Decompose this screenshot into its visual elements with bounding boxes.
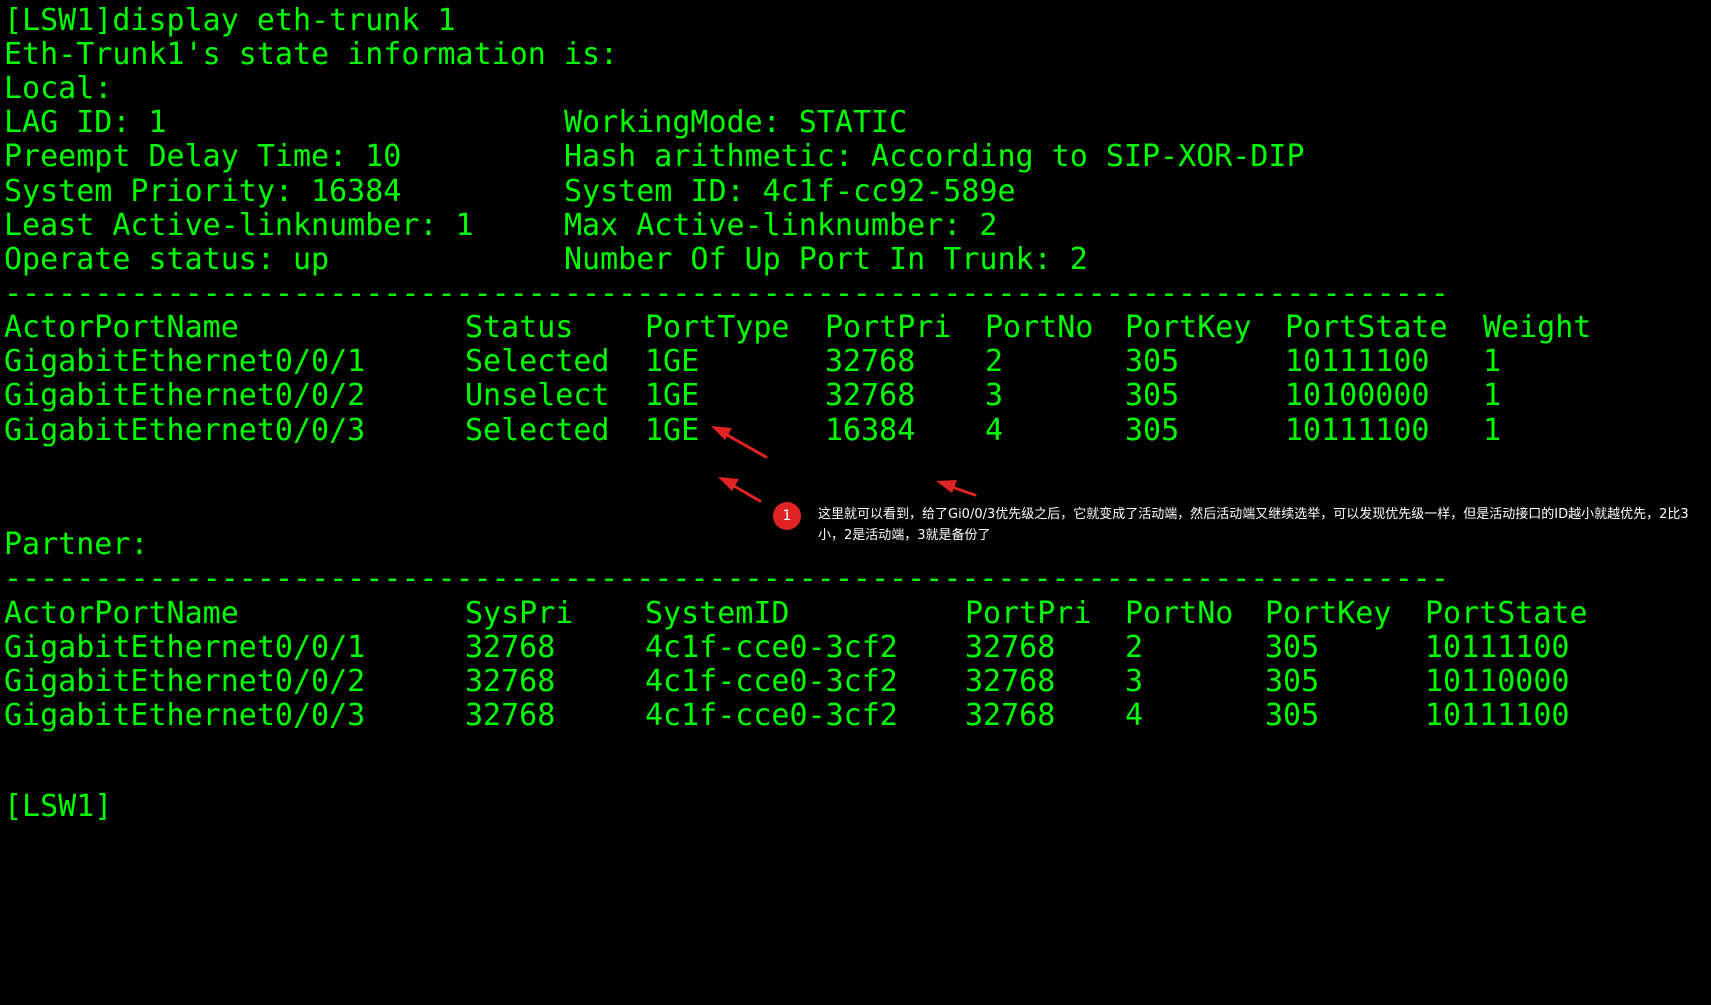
annotation-arrow — [718, 477, 762, 503]
local-info-row: Least Active-linknumber: 1 Max Active-li… — [4, 209, 997, 243]
partner-cell: 4c1f-cce0-3cf2 — [645, 698, 898, 733]
partner-cell: 32768 — [465, 630, 556, 665]
actor-header-cell: PortPri — [825, 310, 952, 345]
actor-cell: 305 — [1125, 413, 1180, 448]
actor-cell: Selected — [465, 413, 610, 448]
partner-cell: 3 — [1125, 664, 1144, 699]
local-info-left: System Priority: 16384 — [4, 174, 402, 209]
local-info-row: Operate status: up Number Of Up Port In … — [4, 243, 1088, 277]
actor-cell: 1 — [1483, 344, 1502, 379]
partner-header-cell: PortState — [1425, 596, 1588, 631]
actor-cell: 1 — [1483, 413, 1502, 448]
partner-table-header: ActorPortName SysPri SystemID PortPri Po… — [4, 597, 1588, 631]
actor-cell: 1 — [1483, 378, 1502, 413]
actor-cell: 10100000 — [1285, 378, 1430, 413]
partner-cell: 305 — [1265, 698, 1320, 733]
actor-header-cell: ActorPortName — [4, 310, 239, 345]
local-info-row: Preempt Delay Time: 10 Hash arithmetic: … — [4, 140, 1305, 174]
actor-cell: 2 — [985, 344, 1004, 379]
partner-cell: 32768 — [965, 630, 1056, 665]
state-header: Eth-Trunk1's state information is: — [4, 37, 619, 72]
actor-cell: GigabitEthernet0/0/2 — [4, 378, 366, 413]
local-info-right: Hash arithmetic: According to SIP-XOR-DI… — [564, 139, 1305, 174]
actor-header-cell: PortKey — [1125, 310, 1252, 345]
actor-header-cell: PortState — [1285, 310, 1448, 345]
partner-cell: 10111100 — [1425, 698, 1570, 733]
partner-cell: 4c1f-cce0-3cf2 — [645, 630, 898, 665]
actor-cell: GigabitEthernet0/0/3 — [4, 413, 366, 448]
partner-table-row: GigabitEthernet0/0/1 32768 4c1f-cce0-3cf… — [4, 631, 1570, 665]
divider: ----------------------------------------… — [4, 562, 1449, 596]
actor-table-row: GigabitEthernet0/0/3 Selected 1GE 16384 … — [4, 414, 1501, 448]
actor-cell: 32768 — [825, 378, 916, 413]
partner-cell: 305 — [1265, 630, 1320, 665]
actor-cell: 3 — [985, 378, 1004, 413]
annotation-arrow — [711, 426, 768, 459]
actor-cell: 32768 — [825, 344, 916, 379]
annotation-arrow — [936, 480, 977, 497]
local-info-row: LAG ID: 1 WorkingMode: STATIC — [4, 106, 907, 140]
actor-header-cell: PortType — [645, 310, 790, 345]
partner-cell: 10111100 — [1425, 630, 1570, 665]
partner-header-cell: ActorPortName — [4, 596, 239, 631]
actor-header-cell: Weight — [1483, 310, 1592, 345]
partner-header-cell: SysPri — [465, 596, 574, 631]
partner-cell: 32768 — [465, 698, 556, 733]
actor-cell: 305 — [1125, 344, 1180, 379]
partner-cell: 305 — [1265, 664, 1320, 699]
local-info-right: Max Active-linknumber: 2 — [564, 208, 998, 243]
actor-cell: 4 — [985, 413, 1004, 448]
local-label: Local: — [4, 71, 113, 106]
partner-cell: GigabitEthernet0/0/3 — [4, 698, 366, 733]
partner-cell: 4c1f-cce0-3cf2 — [645, 664, 898, 699]
actor-table-row: GigabitEthernet0/0/2 Unselect 1GE 32768 … — [4, 379, 1501, 413]
partner-table-row: GigabitEthernet0/0/2 32768 4c1f-cce0-3cf… — [4, 665, 1570, 699]
local-info-right: Number Of Up Port In Trunk: 2 — [564, 242, 1088, 277]
annotation-badge: 1 — [773, 502, 801, 530]
actor-cell: 10111100 — [1285, 413, 1430, 448]
local-info-right: WorkingMode: STATIC — [564, 105, 908, 140]
partner-label: Partner: — [4, 527, 149, 562]
partner-cell: GigabitEthernet0/0/2 — [4, 664, 366, 699]
partner-cell: 10110000 — [1425, 664, 1570, 699]
local-info-left: Operate status: up — [4, 242, 330, 277]
local-info-left: LAG ID: 1 — [4, 105, 167, 140]
partner-cell: 4 — [1125, 698, 1144, 733]
actor-cell: Unselect — [465, 378, 610, 413]
actor-table-row: GigabitEthernet0/0/1 Selected 1GE 32768 … — [4, 345, 1501, 379]
actor-table-header: ActorPortName Status PortType PortPri Po… — [4, 311, 1591, 345]
partner-cell: GigabitEthernet0/0/1 — [4, 630, 366, 665]
partner-table-row: GigabitEthernet0/0/3 32768 4c1f-cce0-3cf… — [4, 699, 1570, 733]
local-info-row: System Priority: 16384 System ID: 4c1f-c… — [4, 175, 1016, 209]
actor-cell: 10111100 — [1285, 344, 1430, 379]
actor-cell: GigabitEthernet0/0/1 — [4, 344, 366, 379]
command-line: [LSW1]display eth-trunk 1 — [4, 3, 456, 38]
partner-cell: 32768 — [965, 698, 1056, 733]
local-info-left: Preempt Delay Time: 10 — [4, 139, 402, 174]
local-info-left: Least Active-linknumber: 1 — [4, 208, 474, 243]
partner-header-cell: PortNo — [1125, 596, 1234, 631]
actor-cell: 1GE — [645, 378, 700, 413]
partner-cell: 32768 — [465, 664, 556, 699]
actor-header-cell: PortNo — [985, 310, 1094, 345]
partner-cell: 2 — [1125, 630, 1144, 665]
actor-cell: 1GE — [645, 344, 700, 379]
partner-cell: 32768 — [965, 664, 1056, 699]
actor-header-cell: Status — [465, 310, 574, 345]
partner-header-cell: SystemID — [645, 596, 790, 631]
actor-cell: 1GE — [645, 413, 700, 448]
terminal-window[interactable]: [LSW1]display eth-trunk 1 Eth-Trunk1's s… — [0, 0, 1711, 829]
annotation-text: 这里就可以看到，给了Gi0/0/3优先级之后，它就变成了活动端，然后活动端又继续… — [818, 507, 1689, 543]
actor-cell: Selected — [465, 344, 610, 379]
command-prompt[interactable]: [LSW1] — [4, 790, 112, 824]
actor-cell: 305 — [1125, 378, 1180, 413]
divider: ----------------------------------------… — [4, 277, 1449, 311]
partner-header-cell: PortPri — [965, 596, 1092, 631]
local-info-right: System ID: 4c1f-cc92-589e — [564, 174, 1016, 209]
actor-cell: 16384 — [825, 413, 916, 448]
partner-header-cell: PortKey — [1265, 596, 1392, 631]
